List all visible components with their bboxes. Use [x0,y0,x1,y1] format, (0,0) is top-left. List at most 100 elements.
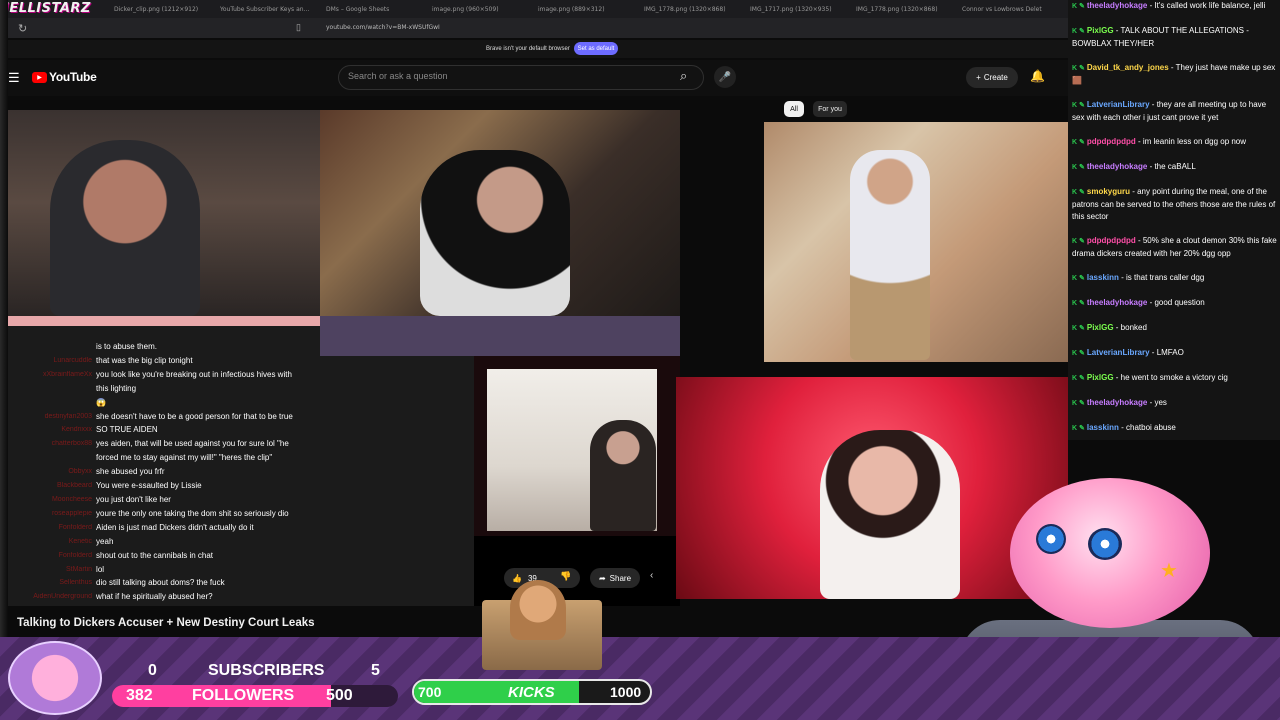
chat-username[interactable]: theeladyhokage [1087,1,1147,10]
chat-username[interactable]: PixlGG [1087,373,1114,382]
kicks-current: 700 [418,684,442,700]
browser-tab[interactable]: IMG_1717.png (1320×935) [746,6,846,13]
kicks-label: KICKS [508,684,555,701]
set-default-button[interactable]: Set as default [574,42,618,55]
mic-icon[interactable]: 🎤 [714,66,736,88]
chat-username[interactable]: pdpdpdpdpd [1087,236,1136,245]
clip-chat-message: that was the big clip tonight [96,355,193,365]
clip-purple-band [320,316,680,356]
clip-chat-line: 😱 [20,396,320,410]
chat-message: K ✎ theeladyhokage - the caBALL [1072,161,1278,174]
chat-message: K ✎ theeladyhokage - It's called work lif… [1072,0,1278,13]
kick-badge-icon: K ✎ [1072,65,1085,72]
share-button[interactable]: ➦ Share [590,568,640,588]
webcam-left-person [50,140,200,316]
clip-chat-user [20,382,96,396]
chat-text: chatboi abuse [1126,423,1176,432]
clip-chat-line: Fonfolderd Aiden is just mad Dickers didn… [20,521,320,535]
clip-chat-message: what if he spiritually abused her? [96,592,213,602]
chat-username[interactable]: lasskinn [1087,273,1119,282]
subscribers-label: SUBSCRIBERS [208,662,325,679]
clip-chat-user [20,396,96,410]
mascot-eye-right [1088,528,1122,560]
chat-separator: - [1149,348,1157,357]
chat-separator: - [1113,373,1121,382]
browser-tab[interactable]: Dicker_clip.png (1212×912) [110,6,210,13]
kick-badge-icon: K ✎ [1072,325,1085,332]
live-chat-list: K ✎ theeladyhokage - It's called work lif… [1072,0,1278,447]
chip-for-you[interactable]: For you [813,101,847,117]
chat-message: K ✎ David_tk_andy_jones - They just have … [1072,62,1278,87]
browser-tab[interactable]: DMs – Google Sheets [322,6,422,13]
clip-chat-user: Sellenthus [59,579,93,587]
clip-chat-user: chatterbox88 [51,440,93,448]
chat-username[interactable]: LatverianLibrary [1087,348,1150,357]
browser-tab[interactable]: image.png (960×509) [428,6,528,13]
chat-username[interactable]: lasskinn [1087,423,1119,432]
chat-username[interactable]: pdpdpdpdpd [1087,137,1136,146]
star-icon: ★ [1160,560,1178,582]
clip-chat-line: roseapplepie youre the only one taking th… [20,507,320,521]
bookmark-icon[interactable]: ▯ [296,22,301,33]
clip-chat-user: Fonfolderd [58,523,93,531]
chat-message: K ✎ smokyguru - any point during the meal… [1072,186,1278,223]
clip-chat-line: Fonfolderd shout out to the cannibals in … [20,549,320,563]
chat-username[interactable]: PixlGG [1087,26,1114,35]
chat-username[interactable]: theeladyhokage [1087,398,1147,407]
clip-chat-user [20,451,96,465]
clip-chat-message: is to abuse them. [96,342,157,351]
browser-tab[interactable]: image.png (889×312) [534,6,634,13]
thumbs-up-icon: 👍 [512,573,522,583]
youtube-logo-icon[interactable]: ▶ [32,72,47,83]
clip-chat-message: shout out to the cannibals in chat [96,550,214,560]
chat-message: K ✎ LatverianLibrary - they are all meeti… [1072,99,1278,124]
chat-separator: - [1113,26,1121,35]
chat-text: is that trans caller dgg [1126,273,1205,282]
chat-username[interactable]: theeladyhokage [1087,162,1147,171]
clip-chat-message: yes aiden, that will be used against you… [96,439,289,449]
chat-username[interactable]: smokyguru [1087,187,1130,196]
thumbs-down-icon[interactable]: 👎 [560,571,571,582]
kick-badge-icon: K ✎ [1072,400,1085,407]
chat-message: K ✎ pdpdpdpdpd - 50% she a clout demon 30… [1072,235,1278,260]
youtube-logo-text[interactable]: YouTube [49,70,97,84]
chip-all[interactable]: All [784,101,804,117]
browser-tab[interactable]: YouTube Subscriber Keys and Pe [216,6,316,13]
kick-badge-icon: K ✎ [1072,3,1085,10]
chat-username[interactable]: PixlGG [1087,323,1114,332]
browser-tab[interactable]: IMG_1778.png (1320×868) [640,6,740,13]
clip-chat-line: Kenetic yeah [20,535,320,549]
menu-icon[interactable]: ☰ [8,70,20,86]
chat-username[interactable]: theeladyhokage [1087,298,1147,307]
clip-chat-message: this lighting [96,383,137,393]
search-icon[interactable]: ⌕ [680,68,687,84]
chat-text: im leanin less on dgg op now [1142,137,1247,146]
chat-username[interactable]: David_tk_andy_jones [1087,63,1169,72]
chat-message: K ✎ PixlGG - he went to smoke a victory c… [1072,372,1278,385]
clip-chat-user: Blackbeard [57,482,93,490]
window-edge [0,0,8,640]
clip-chat-user: Kendrixxx [61,426,93,434]
browser-tab[interactable]: IMG_1778.png (1320×868) [852,6,952,13]
chat-text: good question [1154,298,1205,307]
video-title[interactable]: Talking to Dickers Accuser + New Destiny… [17,617,315,629]
clip-chat-line: Kendrixxx SO TRUE AIDEN [20,423,320,437]
clip-chat-message: forced me to stay against my will!" "her… [96,453,273,463]
chat-separator: - [1118,273,1126,282]
chat-separator: - [1118,423,1126,432]
kick-badge-icon: K ✎ [1072,425,1085,432]
reload-icon[interactable]: ↻ [18,22,27,35]
address-bar[interactable] [0,18,1068,38]
clip-chat-message: she doesn't have to be a good person for… [96,411,293,421]
kick-badge-icon: K ✎ [1072,375,1085,382]
browser-tab-strip: Dicker_clip.png (1212×912) YouTube Subscr… [0,0,1068,18]
chevron-left-icon[interactable]: ‹ [650,570,653,581]
followers-current: 382 [126,687,153,704]
bell-icon[interactable]: 🔔 [1030,69,1045,83]
create-button[interactable]: + Create [966,67,1018,88]
browser-tab[interactable]: Connor vs Lowbrows Delet [958,6,1058,13]
url-text[interactable]: youtube.com/watch?v=BM-xWSUfGwI [326,24,440,31]
clip-chat-user: Lunarcuddle [53,356,93,364]
plus-icon: + [976,73,981,82]
chat-username[interactable]: LatverianLibrary [1087,100,1150,109]
